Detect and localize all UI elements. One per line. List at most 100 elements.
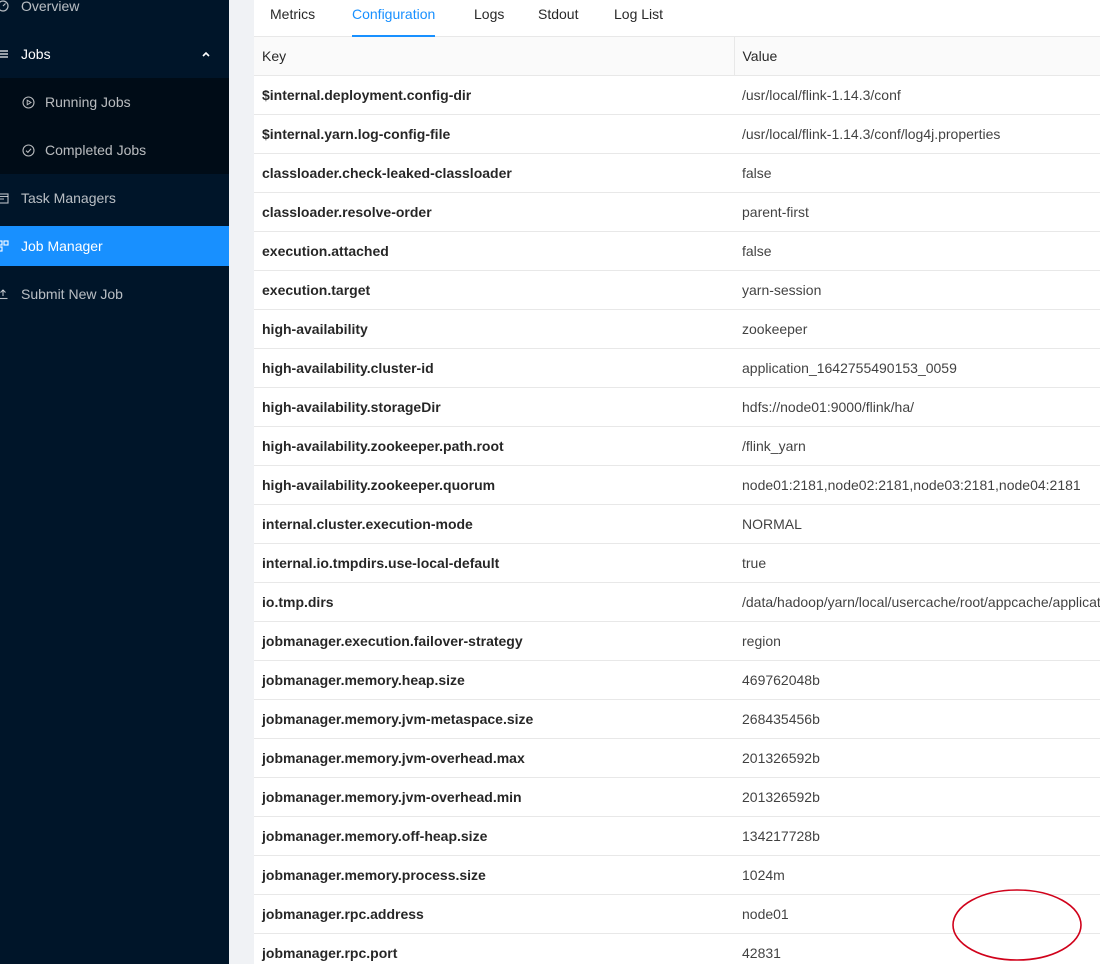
- config-key: jobmanager.memory.jvm-overhead.min: [254, 777, 734, 817]
- sidebar-item-label: Submit New Job: [21, 286, 123, 302]
- config-value: 201326592b: [734, 738, 1100, 778]
- config-key: execution.attached: [254, 231, 734, 271]
- tab-log-list[interactable]: Log List: [614, 0, 663, 36]
- table-row: $internal.deployment.config-dir/usr/loca…: [254, 75, 1100, 115]
- build-icon: [0, 239, 10, 253]
- table-row: classloader.check-leaked-classloader fals…: [254, 153, 1100, 193]
- table-header-row: Key Value: [254, 37, 1100, 76]
- config-value: /data/hadoop/yarn/local/usercache/root/a…: [734, 582, 1100, 622]
- sidebar-item-jobs[interactable]: Jobs: [0, 34, 229, 74]
- sidebar-item-label: Completed Jobs: [45, 142, 147, 158]
- table-row: execution.attached false: [254, 231, 1100, 271]
- tab-stdout[interactable]: Stdout: [538, 0, 578, 36]
- config-value: 1024m: [734, 855, 1100, 895]
- chevron-up-icon[interactable]: [201, 46, 211, 62]
- app-root: Overview Jobs Running Jobs Completed Job…: [0, 0, 1100, 964]
- config-value: NORMAL: [734, 504, 1100, 544]
- config-key: high-availability.storageDir: [254, 387, 734, 427]
- table-row: high-availability zookeeper: [254, 309, 1100, 349]
- config-value: /flink_yarn: [734, 426, 1100, 466]
- config-value: yarn-session: [734, 270, 1100, 310]
- sidebar-item-overview[interactable]: Overview: [0, 0, 229, 26]
- sidebar-item-submit-new-job[interactable]: Submit New Job: [0, 274, 229, 314]
- table-row: high-availability.storageDir hdfs://node0…: [254, 387, 1100, 427]
- table-body: $internal.deployment.config-dir/usr/loca…: [254, 75, 1100, 964]
- play-circle-icon: [21, 95, 35, 109]
- config-value: node01:2181,node02:2181,node03:2181,node…: [734, 465, 1100, 505]
- table-row: jobmanager.memory.jvm-overhead.min 201326…: [254, 777, 1100, 817]
- sidebar-item-running-jobs[interactable]: Running Jobs: [0, 82, 229, 122]
- config-key: high-availability.zookeeper.path.root: [254, 426, 734, 466]
- table-row: jobmanager.memory.off-heap.size 134217728…: [254, 816, 1100, 856]
- config-key: high-availability: [254, 309, 734, 349]
- table-row: internal.io.tmpdirs.use-local-default tru…: [254, 543, 1100, 583]
- content-gutter: [229, 0, 254, 964]
- config-key: jobmanager.memory.off-heap.size: [254, 816, 734, 856]
- config-value: application_1642755490153_0059: [734, 348, 1100, 388]
- config-value: hdfs://node01:9000/flink/ha/: [734, 387, 1100, 427]
- table-row: jobmanager.memory.heap.size 469762048b: [254, 660, 1100, 700]
- config-key: jobmanager.rpc.port: [254, 933, 734, 964]
- column-header-value[interactable]: Value: [734, 37, 1100, 76]
- tab-metrics[interactable]: Metrics: [270, 0, 315, 36]
- table-row: jobmanager.memory.process.size 1024m: [254, 855, 1100, 895]
- tab-logs[interactable]: Logs: [474, 0, 504, 36]
- table-row: high-availability.zookeeper.quorum node01…: [254, 465, 1100, 505]
- config-value: /usr/local/flink-1.14.3/conf: [734, 75, 1100, 115]
- config-value: /usr/local/flink-1.14.3/conf/log4j.prope…: [734, 114, 1100, 154]
- config-key: jobmanager.memory.jvm-overhead.max: [254, 738, 734, 778]
- sidebar-item-label: Job Manager: [21, 238, 103, 254]
- sidebar-item-label: Running Jobs: [45, 94, 131, 110]
- config-key: internal.io.tmpdirs.use-local-default: [254, 543, 734, 583]
- column-header-key[interactable]: Key: [254, 37, 735, 76]
- schedule-icon: [0, 191, 10, 205]
- config-value: 268435456b: [734, 699, 1100, 739]
- config-value: false: [734, 231, 1100, 271]
- table-row: io.tmp.dirs/data/hadoop/yarn/local/userc…: [254, 582, 1100, 622]
- table-row: jobmanager.rpc.port 42831: [254, 933, 1100, 964]
- table-row: execution.target yarn-session: [254, 270, 1100, 310]
- config-value: parent-first: [734, 192, 1100, 232]
- table-row: jobmanager.rpc.address node01: [254, 894, 1100, 934]
- sidebar-item-task-managers[interactable]: Task Managers: [0, 178, 229, 218]
- table-row: high-availability.cluster-id application_…: [254, 348, 1100, 388]
- table-row: jobmanager.execution.failover-strategy re…: [254, 621, 1100, 661]
- config-value: region: [734, 621, 1100, 661]
- config-key: io.tmp.dirs: [254, 582, 734, 622]
- config-value: node01: [734, 894, 1100, 934]
- table-row: jobmanager.memory.jvm-overhead.max 201326…: [254, 738, 1100, 778]
- config-key: jobmanager.memory.heap.size: [254, 660, 734, 700]
- configuration-table: Key Value $internal.deployment.config-di…: [254, 37, 1100, 964]
- table-row: classloader.resolve-order parent-first: [254, 192, 1100, 232]
- config-key: classloader.check-leaked-classloader: [254, 153, 734, 193]
- config-key: jobmanager.rpc.address: [254, 894, 734, 934]
- sidebar-item-completed-jobs[interactable]: Completed Jobs: [0, 130, 229, 170]
- config-key: execution.target: [254, 270, 734, 310]
- config-key: high-availability.cluster-id: [254, 348, 734, 388]
- config-key: $internal.deployment.config-dir: [254, 75, 734, 115]
- sidebar-item-job-manager[interactable]: Job Manager: [0, 226, 229, 266]
- config-value: 469762048b: [734, 660, 1100, 700]
- config-value: true: [734, 543, 1100, 583]
- config-value: 42831: [734, 933, 1100, 964]
- bars-icon: [0, 47, 10, 61]
- table-row: $internal.yarn.log-config-file/usr/local…: [254, 114, 1100, 154]
- config-key: $internal.yarn.log-config-file: [254, 114, 734, 154]
- config-value: 201326592b: [734, 777, 1100, 817]
- table-row: high-availability.zookeeper.path.root/fl…: [254, 426, 1100, 466]
- tab-configuration[interactable]: Configuration: [352, 0, 436, 37]
- table-row: jobmanager.memory.jvm-metaspace.size 2684…: [254, 699, 1100, 739]
- main-content: Metrics Configuration Logs Stdout Log Li…: [254, 0, 1100, 964]
- dashboard-icon: [0, 0, 10, 13]
- check-circle-icon: [21, 143, 35, 157]
- table-row: internal.cluster.execution-mode NORMAL: [254, 504, 1100, 544]
- sidebar-item-label: Task Managers: [21, 190, 116, 206]
- config-value: false: [734, 153, 1100, 193]
- sidebar-item-label: Jobs: [21, 46, 51, 62]
- config-key: internal.cluster.execution-mode: [254, 504, 734, 544]
- tab-bar: Metrics Configuration Logs Stdout Log Li…: [254, 0, 1100, 37]
- config-key: jobmanager.execution.failover-strategy: [254, 621, 734, 661]
- config-key: jobmanager.memory.process.size: [254, 855, 734, 895]
- config-key: classloader.resolve-order: [254, 192, 734, 232]
- sidebar-item-label: Overview: [21, 0, 80, 14]
